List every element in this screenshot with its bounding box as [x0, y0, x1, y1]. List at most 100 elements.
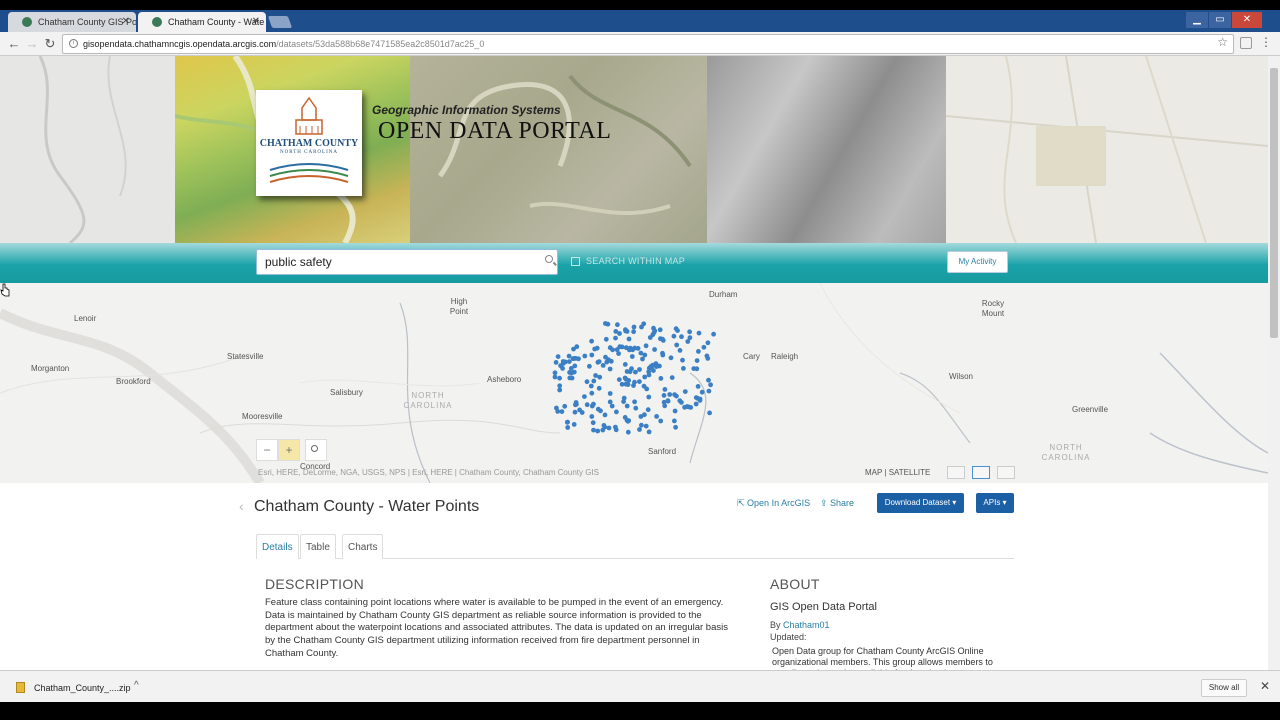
water-point[interactable] — [584, 402, 590, 408]
water-point[interactable] — [642, 352, 648, 358]
water-point[interactable] — [658, 376, 664, 381]
water-point[interactable] — [606, 425, 612, 431]
water-point[interactable] — [679, 334, 684, 340]
water-point[interactable] — [558, 363, 563, 369]
zoom-in-button[interactable]: + — [278, 439, 300, 461]
water-point[interactable] — [686, 404, 691, 410]
water-point[interactable] — [621, 399, 626, 404]
water-point[interactable] — [552, 374, 558, 380]
water-point[interactable] — [619, 344, 625, 350]
window-close-button[interactable]: ✕ — [1232, 12, 1262, 28]
water-point[interactable] — [593, 373, 598, 378]
water-point[interactable] — [706, 388, 712, 394]
water-point[interactable] — [639, 422, 644, 428]
water-point[interactable] — [582, 353, 588, 359]
water-point[interactable] — [552, 370, 558, 376]
water-point[interactable] — [657, 327, 663, 333]
water-point[interactable] — [672, 408, 678, 414]
water-point[interactable] — [607, 399, 613, 405]
water-point[interactable] — [646, 429, 652, 435]
water-point[interactable] — [667, 392, 673, 397]
water-point[interactable] — [711, 331, 716, 337]
forward-arrow-icon[interactable]: → — [24, 35, 40, 53]
water-point[interactable] — [693, 395, 699, 400]
water-point[interactable] — [603, 336, 609, 342]
water-point[interactable] — [674, 342, 680, 348]
water-point[interactable] — [701, 344, 707, 350]
search-within-map-checkbox[interactable] — [571, 257, 580, 266]
map-search-button[interactable] — [305, 439, 327, 461]
restore-button[interactable]: ▭ — [1209, 12, 1231, 28]
scrollbar-thumb[interactable] — [1270, 68, 1278, 338]
water-point[interactable] — [632, 399, 637, 405]
water-point[interactable] — [669, 375, 675, 380]
water-point[interactable] — [600, 363, 606, 368]
water-point[interactable] — [651, 368, 656, 373]
water-point[interactable] — [646, 394, 652, 400]
water-point[interactable] — [660, 352, 666, 358]
new-tab-button[interactable] — [267, 16, 293, 28]
address-bar[interactable]: i gisopendata.chathamncgis.opendata.arcg… — [62, 34, 1234, 54]
water-point[interactable] — [675, 328, 680, 333]
close-icon[interactable]: ✕ — [252, 12, 260, 32]
water-point[interactable] — [625, 429, 631, 435]
water-point[interactable] — [691, 366, 697, 371]
water-point[interactable] — [587, 363, 592, 369]
county-logo[interactable]: CHATHAM COUNTY NORTH CAROLINA — [256, 90, 362, 196]
water-point[interactable] — [637, 427, 642, 432]
water-point[interactable] — [573, 356, 579, 361]
water-point[interactable] — [567, 375, 573, 381]
water-point[interactable] — [557, 375, 562, 381]
water-point[interactable] — [626, 336, 632, 342]
tab-water-points[interactable]: Chatham County - Wate ✕ — [138, 12, 266, 32]
water-point[interactable] — [626, 418, 632, 423]
page-scrollbar[interactable] — [1268, 56, 1280, 670]
water-point[interactable] — [671, 333, 677, 339]
water-point[interactable] — [645, 407, 651, 413]
water-point[interactable] — [680, 357, 685, 363]
water-point[interactable] — [589, 390, 595, 396]
author-link[interactable]: Chatham01 — [783, 620, 830, 630]
water-point[interactable] — [652, 347, 657, 352]
water-point[interactable] — [661, 393, 667, 398]
water-point[interactable] — [705, 340, 711, 346]
water-point[interactable] — [642, 412, 647, 418]
water-point[interactable] — [607, 366, 613, 372]
search-icon[interactable] — [545, 255, 553, 263]
tab-chatham-gis-portal[interactable]: Chatham County GIS Po ✕ — [8, 12, 136, 32]
water-point[interactable] — [589, 414, 595, 419]
water-point[interactable] — [567, 370, 572, 375]
water-point[interactable] — [694, 358, 700, 363]
water-point[interactable] — [562, 403, 568, 409]
water-point[interactable] — [646, 372, 652, 378]
water-point[interactable] — [584, 379, 590, 385]
dataset-map[interactable]: Lenoir High Point Durham Rocky Mount Sta… — [0, 283, 1268, 483]
layer-button[interactable] — [947, 466, 965, 479]
water-point[interactable] — [639, 324, 644, 330]
layer-button[interactable] — [972, 466, 990, 479]
water-point[interactable] — [588, 383, 594, 389]
search-input[interactable]: public safety — [256, 249, 558, 275]
water-point[interactable] — [589, 352, 595, 358]
water-point[interactable] — [610, 347, 615, 353]
back-arrow-icon[interactable]: ← — [6, 35, 22, 53]
water-point[interactable] — [596, 359, 602, 364]
water-point[interactable] — [613, 424, 618, 430]
water-point[interactable] — [699, 389, 705, 395]
share-link[interactable]: ⇪ Share — [820, 498, 854, 509]
extension-icon[interactable] — [1240, 37, 1252, 49]
water-point[interactable] — [607, 391, 613, 396]
water-point[interactable] — [613, 335, 618, 341]
water-point[interactable] — [685, 339, 691, 344]
water-point[interactable] — [623, 381, 629, 387]
water-point[interactable] — [651, 325, 656, 331]
water-point[interactable] — [596, 385, 602, 391]
water-point[interactable] — [582, 394, 587, 399]
water-point[interactable] — [668, 355, 674, 361]
water-point[interactable] — [695, 384, 701, 389]
back-chevron-icon[interactable]: ‹ — [239, 498, 244, 514]
menu-icon[interactable]: ⋮ — [1260, 35, 1272, 49]
water-point[interactable] — [681, 366, 686, 371]
water-point[interactable] — [555, 409, 561, 414]
open-in-arcgis-link[interactable]: ⇱ Open In ArcGIS — [737, 498, 810, 509]
